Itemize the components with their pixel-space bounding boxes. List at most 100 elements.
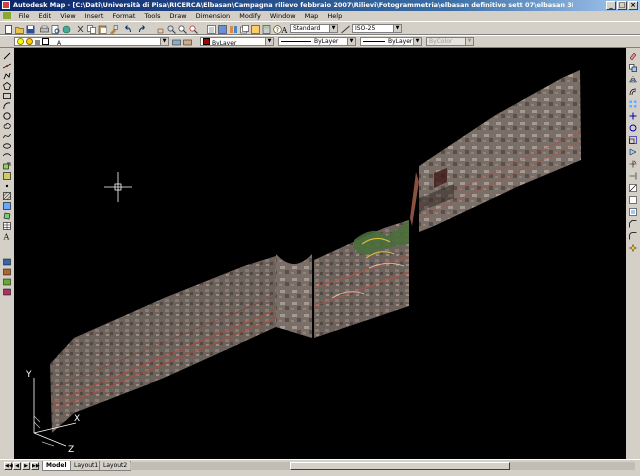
- horizontal-scroll-thumb[interactable]: [290, 462, 510, 470]
- circle-icon[interactable]: [3, 112, 11, 120]
- properties-icon[interactable]: [207, 25, 216, 34]
- tab-layout1[interactable]: Layout1: [70, 461, 103, 471]
- explode-icon[interactable]: [629, 244, 637, 252]
- undo-icon[interactable]: [123, 25, 132, 34]
- rotate-icon[interactable]: [629, 124, 637, 132]
- match-properties-icon[interactable]: [109, 25, 118, 34]
- next-tab-button[interactable]: ▶: [22, 462, 30, 470]
- horizontal-scrollbar[interactable]: [130, 462, 635, 470]
- calculator-icon[interactable]: [262, 25, 271, 34]
- point-icon[interactable]: [3, 182, 11, 190]
- copy-icon[interactable]: [629, 64, 637, 72]
- construction-line-icon[interactable]: [3, 62, 11, 70]
- arc-icon[interactable]: [3, 102, 11, 110]
- paste-icon[interactable]: [98, 25, 107, 34]
- offset-icon[interactable]: [629, 88, 637, 96]
- mirror-icon[interactable]: [629, 76, 637, 84]
- polyline-icon[interactable]: [3, 72, 11, 80]
- ellipse-arc-icon[interactable]: [3, 152, 11, 160]
- maximize-button[interactable]: □: [617, 1, 627, 10]
- pan-icon[interactable]: [156, 25, 165, 34]
- array-icon[interactable]: [629, 100, 637, 108]
- layer-toolbar-icon-c[interactable]: [3, 278, 11, 286]
- redo-icon[interactable]: [138, 25, 147, 34]
- copy-clip-icon[interactable]: [87, 25, 96, 34]
- tab-model[interactable]: Model: [42, 461, 71, 471]
- scale-icon[interactable]: [629, 136, 637, 144]
- layer-toolbar-icon-a[interactable]: [3, 258, 11, 266]
- layer-unlock-icon[interactable]: [34, 40, 40, 45]
- menu-tools[interactable]: Tools: [141, 12, 164, 20]
- layer-toolbar-icon-d[interactable]: [3, 288, 11, 296]
- menu-format[interactable]: Format: [109, 12, 139, 20]
- menu-insert[interactable]: Insert: [81, 12, 107, 20]
- make-block-icon[interactable]: [3, 172, 11, 180]
- save-icon[interactable]: [26, 25, 35, 34]
- close-button[interactable]: ×: [628, 1, 638, 10]
- menu-edit[interactable]: Edit: [35, 12, 55, 20]
- spline-icon[interactable]: [3, 132, 11, 140]
- break-icon[interactable]: [629, 196, 637, 204]
- move-icon[interactable]: [629, 112, 637, 120]
- make-object-layer-current-icon[interactable]: [172, 38, 181, 47]
- break-at-point-icon[interactable]: [629, 184, 637, 192]
- stretch-icon[interactable]: [629, 148, 637, 156]
- ellipse-icon[interactable]: [3, 142, 11, 150]
- table-icon[interactable]: [3, 222, 11, 230]
- rectangle-icon[interactable]: [3, 92, 11, 100]
- hatch-icon[interactable]: [3, 192, 11, 200]
- zoom-previous-icon[interactable]: [189, 25, 198, 34]
- markup-icon[interactable]: [251, 25, 260, 34]
- drawing-canvas[interactable]: Y X Z: [14, 48, 626, 459]
- menu-draw[interactable]: Draw: [166, 12, 190, 20]
- text-style-select[interactable]: Standard ▼: [290, 24, 338, 33]
- menu-window[interactable]: Window: [266, 12, 299, 20]
- minimize-button[interactable]: _: [606, 1, 616, 10]
- trim-icon[interactable]: [629, 160, 637, 168]
- zoom-window-icon[interactable]: [178, 25, 187, 34]
- fillet-icon[interactable]: [629, 232, 637, 240]
- menu-dimension[interactable]: Dimension: [192, 12, 234, 20]
- plot-icon[interactable]: [40, 25, 49, 34]
- cut-icon[interactable]: [76, 25, 85, 34]
- menu-modify[interactable]: Modify: [236, 12, 265, 20]
- zoom-realtime-icon[interactable]: [167, 25, 176, 34]
- tool-palettes-icon[interactable]: [229, 25, 238, 34]
- layer-on-icon[interactable]: [17, 38, 24, 45]
- app-icon[interactable]: [2, 1, 10, 9]
- menu-file[interactable]: File: [15, 12, 33, 20]
- new-icon[interactable]: [4, 25, 13, 34]
- insert-block-icon[interactable]: [3, 162, 11, 170]
- color-select[interactable]: ByLayer ▼: [200, 37, 274, 46]
- plot-preview-icon[interactable]: [51, 25, 60, 34]
- dim-style-select[interactable]: ISO-25 ▼: [352, 24, 402, 33]
- prev-tab-button[interactable]: ◀: [13, 462, 21, 470]
- document-icon[interactable]: [3, 12, 11, 19]
- gradient-icon[interactable]: [3, 202, 11, 210]
- sheet-set-icon[interactable]: [240, 25, 249, 34]
- multiline-text-icon[interactable]: A: [3, 232, 11, 241]
- lineweight-select[interactable]: ByLayer ▼: [360, 37, 422, 46]
- publish-icon[interactable]: [62, 25, 71, 34]
- layer-color-swatch[interactable]: [41, 38, 49, 45]
- menu-map[interactable]: Map: [301, 12, 322, 20]
- tab-layout2[interactable]: Layout2: [99, 461, 132, 471]
- linetype-select[interactable]: ByLayer ▼: [278, 37, 356, 46]
- menu-view[interactable]: View: [57, 12, 79, 20]
- layer-thaw-icon[interactable]: [25, 38, 33, 45]
- layer-toolbar-icon-b[interactable]: [3, 268, 11, 276]
- text-style-icon[interactable]: A: [281, 25, 290, 34]
- revision-cloud-icon[interactable]: [3, 122, 11, 130]
- layer-select[interactable]: A ▼: [14, 37, 169, 46]
- extend-icon[interactable]: [629, 172, 637, 180]
- region-icon[interactable]: [3, 212, 11, 220]
- first-tab-button[interactable]: ◀◀: [4, 462, 13, 470]
- join-icon[interactable]: [629, 208, 637, 216]
- erase-icon[interactable]: [629, 52, 637, 60]
- design-center-icon[interactable]: [218, 25, 227, 34]
- polygon-icon[interactable]: [3, 82, 11, 90]
- layer-previous-icon[interactable]: [183, 38, 192, 47]
- last-tab-button[interactable]: ▶▶: [31, 462, 40, 470]
- open-icon[interactable]: [15, 25, 24, 34]
- dimension-style-icon[interactable]: [341, 25, 350, 34]
